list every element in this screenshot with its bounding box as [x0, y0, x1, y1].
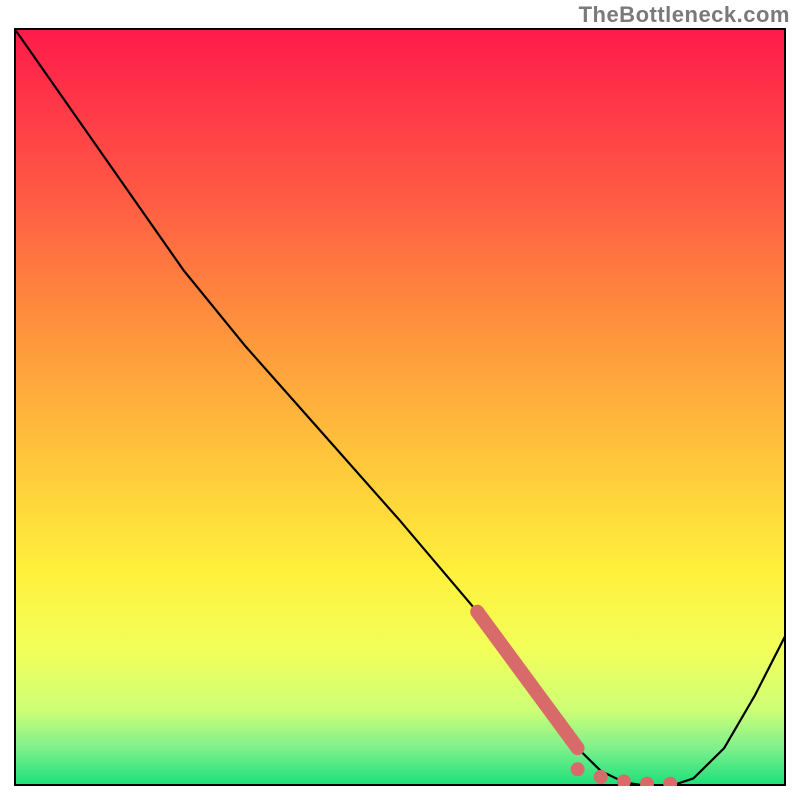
- optimal-range-dot: [571, 762, 585, 776]
- chart-frame: TheBottleneck.com: [0, 0, 800, 800]
- optimal-range-dot: [594, 770, 608, 784]
- watermark-text: TheBottleneck.com: [579, 2, 790, 28]
- bottleneck-plot: [14, 28, 786, 786]
- gradient-background: [14, 28, 786, 786]
